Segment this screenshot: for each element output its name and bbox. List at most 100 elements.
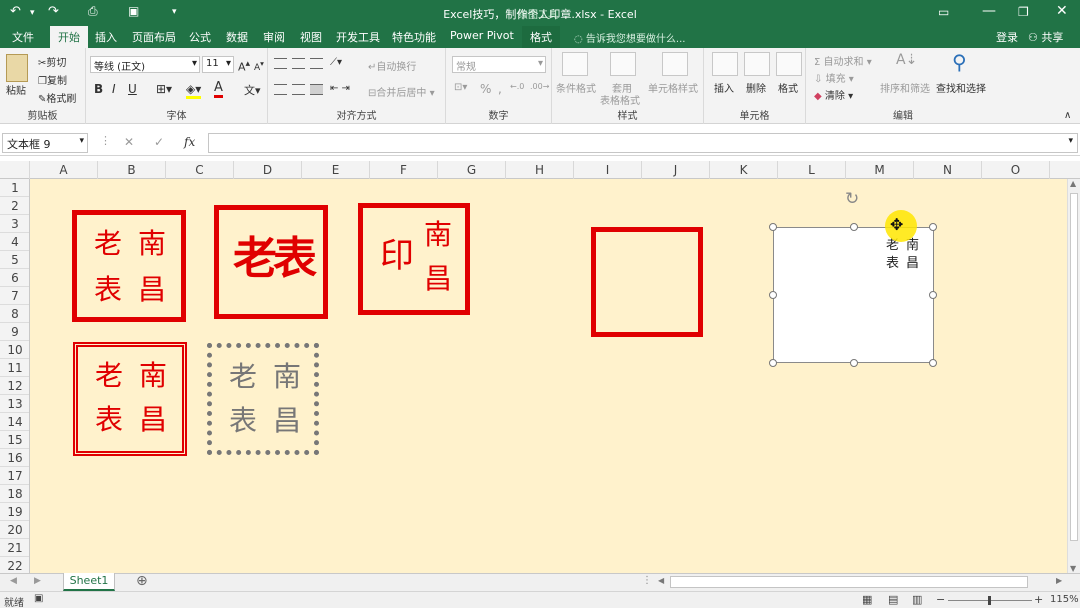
resize-handle[interactable] (929, 359, 937, 367)
minimize-icon[interactable]: — (982, 3, 996, 19)
tab-page-layout[interactable]: 页面布局 (132, 29, 176, 45)
italic-button[interactable]: I (112, 82, 116, 96)
align-top-icon[interactable] (274, 58, 287, 69)
font-size-select[interactable]: 11 ▾ (202, 56, 234, 73)
row-header[interactable]: 7 (0, 287, 29, 305)
tab-split-icon[interactable]: ⋮ (642, 575, 652, 586)
row-header[interactable]: 8 (0, 305, 29, 323)
cell-style-icon[interactable] (662, 52, 688, 76)
number-format-select[interactable]: 常规 ▾ (452, 56, 546, 73)
row-header[interactable]: 3 (0, 215, 29, 233)
table-format-button-2[interactable]: 表格格式 (600, 92, 640, 107)
sort-filter-button[interactable]: 排序和筛选 (880, 80, 930, 95)
zoom-level[interactable]: 115% (1050, 594, 1079, 605)
collapse-ribbon-icon[interactable]: ∧ (1064, 110, 1071, 121)
column-header[interactable]: M (846, 161, 914, 179)
scroll-up-icon[interactable]: ▲ (1070, 179, 1076, 188)
horizontal-scroll-thumb[interactable] (670, 576, 1028, 588)
shrink-font-icon[interactable]: A▾ (254, 59, 264, 73)
align-bottom-icon[interactable] (310, 58, 323, 69)
login-link[interactable]: 登录 (996, 29, 1018, 45)
resize-handle[interactable] (929, 291, 937, 299)
autosum-button[interactable]: Σ 自动求和 ▾ (814, 53, 872, 68)
column-header[interactable]: O (982, 161, 1050, 179)
sheet-tab-sheet1[interactable]: Sheet1 (63, 573, 115, 591)
phonetic-icon[interactable]: 文▾ (244, 82, 261, 98)
orientation-icon[interactable]: ⟋▾ (330, 57, 342, 68)
paste-icon[interactable] (6, 54, 28, 82)
tab-view[interactable]: 视图 (300, 29, 322, 45)
macro-record-icon[interactable]: ▣ (34, 593, 43, 604)
resize-handle[interactable] (850, 223, 858, 231)
select-all-corner[interactable] (0, 161, 30, 179)
clear-button[interactable]: ◆ 清除 ▾ (814, 87, 853, 102)
format-cells-icon[interactable] (776, 52, 802, 76)
resize-handle[interactable] (769, 359, 777, 367)
currency-icon[interactable]: ⊡▾ (454, 82, 467, 93)
tab-power-pivot[interactable]: Power Pivot (450, 29, 514, 42)
tab-data[interactable]: 数据 (226, 29, 248, 45)
row-header[interactable]: 2 (0, 197, 29, 215)
prev-sheet-icon[interactable]: ◀ (10, 576, 17, 586)
normal-view-icon[interactable]: ▦ (862, 593, 872, 606)
row-header[interactable]: 4 (0, 233, 29, 251)
row-header[interactable]: 18 (0, 485, 29, 503)
row-header[interactable]: 10 (0, 341, 29, 359)
insert-cells-button[interactable]: 插入 (714, 80, 734, 95)
row-header[interactable]: 21 (0, 539, 29, 557)
column-header[interactable]: E (302, 161, 370, 179)
column-header[interactable]: D (234, 161, 302, 179)
tab-insert[interactable]: 插入 (95, 29, 117, 45)
column-header[interactable]: A (30, 161, 98, 179)
row-header[interactable]: 20 (0, 521, 29, 539)
tab-home[interactable]: 开始 (50, 26, 88, 48)
row-header[interactable]: 14 (0, 413, 29, 431)
fill-color-icon[interactable]: ◈▾ (186, 82, 202, 99)
worksheet-grid[interactable]: 老 南 表 昌 老 表 印 南 昌 老 南 表 昌 老 南 表 昌 老 南 表 … (30, 179, 1067, 573)
border-icon[interactable]: ⊞▾ (156, 82, 172, 96)
page-layout-view-icon[interactable]: ▤ (888, 593, 898, 606)
add-sheet-icon[interactable]: ⊕ (136, 573, 148, 589)
row-header[interactable]: 15 (0, 431, 29, 449)
row-header[interactable]: 9 (0, 323, 29, 341)
column-header[interactable]: B (98, 161, 166, 179)
column-header[interactable]: J (642, 161, 710, 179)
ribbon-display-icon[interactable]: ▭ (938, 5, 949, 19)
row-header[interactable]: 13 (0, 395, 29, 413)
name-box[interactable]: 文本框 9 ▾ (2, 133, 88, 153)
scroll-down-icon[interactable]: ▼ (1070, 564, 1076, 573)
cut-button[interactable]: ✂剪切 (38, 54, 66, 69)
wrap-text-button[interactable]: ↵自动换行 (368, 58, 416, 73)
row-header[interactable]: 16 (0, 449, 29, 467)
tell-me-search[interactable]: ◌ 告诉我您想要做什么... (574, 30, 685, 45)
enter-formula-button[interactable]: ✓ (154, 135, 164, 149)
merge-center-button[interactable]: ⊟合并后居中 ▾ (368, 84, 435, 99)
expand-formula-icon[interactable]: ▾ (1068, 136, 1073, 146)
row-header[interactable]: 1 (0, 179, 29, 197)
share-button[interactable]: ⚇ 共享 (1028, 29, 1063, 45)
close-icon[interactable]: ✕ (1056, 3, 1068, 19)
restore-icon[interactable]: ❐ (1018, 5, 1029, 19)
seal-worn-red[interactable]: 老 南 表 昌 (73, 342, 187, 456)
align-right-icon[interactable] (310, 84, 323, 95)
next-sheet-icon[interactable]: ▶ (34, 576, 41, 586)
zoom-slider-thumb[interactable] (988, 596, 991, 605)
align-middle-icon[interactable] (292, 58, 305, 69)
selected-text-box[interactable]: 老 南 表 昌 (773, 227, 934, 363)
vertical-scroll-thumb[interactable] (1070, 193, 1078, 541)
tab-review[interactable]: 审阅 (263, 29, 285, 45)
seal-square-four-char[interactable]: 老 南 表 昌 (72, 210, 186, 322)
scroll-left-icon[interactable]: ◀ (658, 576, 664, 585)
seal-empty-frame[interactable] (591, 227, 703, 337)
column-header[interactable]: I (574, 161, 642, 179)
column-header[interactable]: K (710, 161, 778, 179)
percent-button[interactable]: % (480, 82, 491, 96)
find-select-button[interactable]: 查找和选择 (936, 80, 986, 95)
format-cells-button[interactable]: 格式 (778, 80, 798, 95)
rotate-handle-icon[interactable]: ↻ (845, 189, 859, 209)
delete-cells-icon[interactable] (744, 52, 770, 76)
sort-filter-icon[interactable]: A⇣ (896, 52, 917, 68)
tab-developer[interactable]: 开发工具 (336, 29, 380, 45)
seal-two-char-bold[interactable]: 老 表 (214, 205, 328, 319)
column-header[interactable]: C (166, 161, 234, 179)
